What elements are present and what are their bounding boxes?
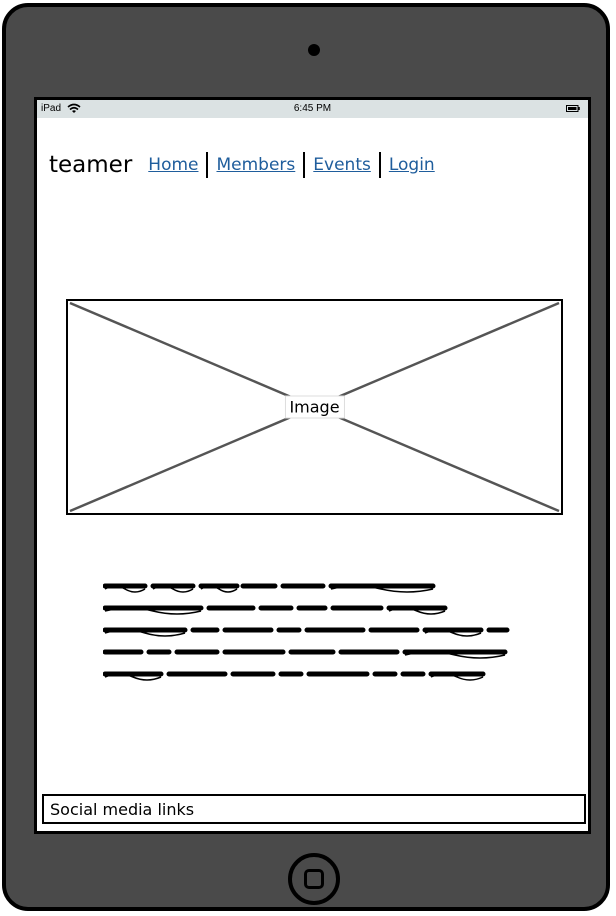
battery-icon [566,105,580,112]
nav-events-link[interactable]: Events [313,155,371,175]
placeholder-text-scribble [103,583,510,681]
nav-members-link[interactable]: Members [216,155,295,175]
main-nav: Home Members Events Login [148,152,435,178]
home-button-icon[interactable] [288,853,340,905]
header: teamer Home Members Events Login [49,148,435,182]
nav-separator [378,152,381,178]
status-time: 6:45 PM [293,103,332,114]
status-bar: iPad 6:45 PM [37,100,588,118]
ipad-frame: iPad 6:45 PM teamer Home Members Events [2,3,610,911]
footer-social-links[interactable]: Social media links [42,794,586,824]
camera-icon [308,44,320,56]
screen: iPad 6:45 PM teamer Home Members Events [34,97,591,834]
nav-home-link[interactable]: Home [148,155,198,175]
logo[interactable]: teamer [49,152,132,178]
nav-separator [206,152,209,178]
nav-separator [303,152,306,178]
home-button-square [304,869,324,889]
hero-image-placeholder: Image [66,299,563,515]
image-label: Image [284,395,345,419]
nav-login-link[interactable]: Login [389,155,435,175]
